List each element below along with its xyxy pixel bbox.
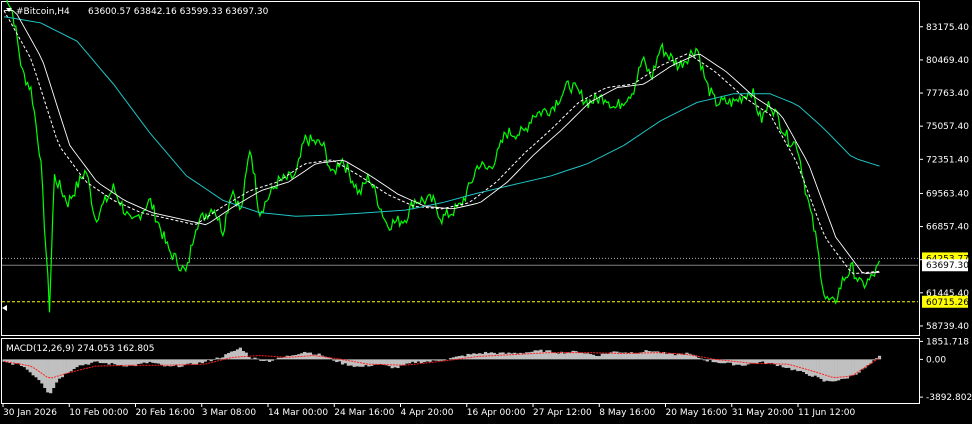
time-tick-label: 27 Apr 12:00 xyxy=(533,408,592,418)
price-tick-label: 80469.40 xyxy=(926,56,969,66)
time-tick-label: 20 May 16:00 xyxy=(666,408,728,418)
macd-tick-label: 1851.718 xyxy=(926,337,969,347)
macd-axis: 1851.718 0.00 -3892.802 xyxy=(919,337,972,403)
price-tick-label: 66857.40 xyxy=(926,223,969,233)
time-tick-label: 30 Jan 2026 xyxy=(3,408,57,418)
macd-indicator xyxy=(2,347,882,394)
symbol-timeframe: #Bitcoin,H4 xyxy=(16,7,70,17)
level-label: 60715.26 xyxy=(926,298,969,308)
current-price-label: 63697.30 xyxy=(926,261,969,271)
time-tick-label: 20 Feb 16:00 xyxy=(136,408,195,418)
time-axis: 30 Jan 2026 10 Feb 00:00 20 Feb 16:00 3 Mar… xyxy=(2,403,855,418)
time-tick-label: 10 Feb 00:00 xyxy=(69,408,128,418)
price-tick-label: 58739.40 xyxy=(926,322,969,332)
time-tick-label: 3 Mar 08:00 xyxy=(202,408,257,418)
slow-ma-line xyxy=(3,16,880,217)
price-tick-label: 72351.40 xyxy=(926,155,969,165)
time-tick-label: 31 May 20:00 xyxy=(732,408,794,418)
price-tick-label: 75057.40 xyxy=(926,122,969,132)
price-axis: 83175.40 80469.40 77763.40 75057.40 72351.40… xyxy=(919,23,969,332)
price-tick-label: 83175.40 xyxy=(926,23,969,33)
time-tick-label: 11 Jun 12:00 xyxy=(798,408,855,418)
price-tick-label: 69563.40 xyxy=(926,189,969,199)
time-tick-label: 8 May 16:00 xyxy=(599,408,655,418)
macd-header: MACD(12,26,9) 274.053 162.805 xyxy=(6,344,155,354)
level-marker-icon xyxy=(2,305,7,311)
macd-tick-label: 0.00 xyxy=(926,355,946,365)
time-tick-label: 4 Apr 20:00 xyxy=(401,408,454,418)
time-tick-label: 16 Apr 00:00 xyxy=(467,408,526,418)
time-tick-label: 24 Mar 16:00 xyxy=(334,408,394,418)
level-lines xyxy=(2,257,918,303)
price-tick-label: 77763.40 xyxy=(926,89,969,99)
chart-canvas: 83175.40 80469.40 77763.40 75057.40 72351.40… xyxy=(1,0,972,418)
macd-signal-line xyxy=(3,352,880,379)
price-pane-frame xyxy=(1,1,920,336)
fast-ma-line xyxy=(3,10,880,275)
ohlc-values: 63600.57 63842.16 63599.33 63697.30 xyxy=(88,7,269,17)
macd-tick-label: -3892.802 xyxy=(926,393,972,403)
time-tick-label: 14 Mar 00:00 xyxy=(268,408,328,418)
medium-ma-line xyxy=(4,10,880,274)
